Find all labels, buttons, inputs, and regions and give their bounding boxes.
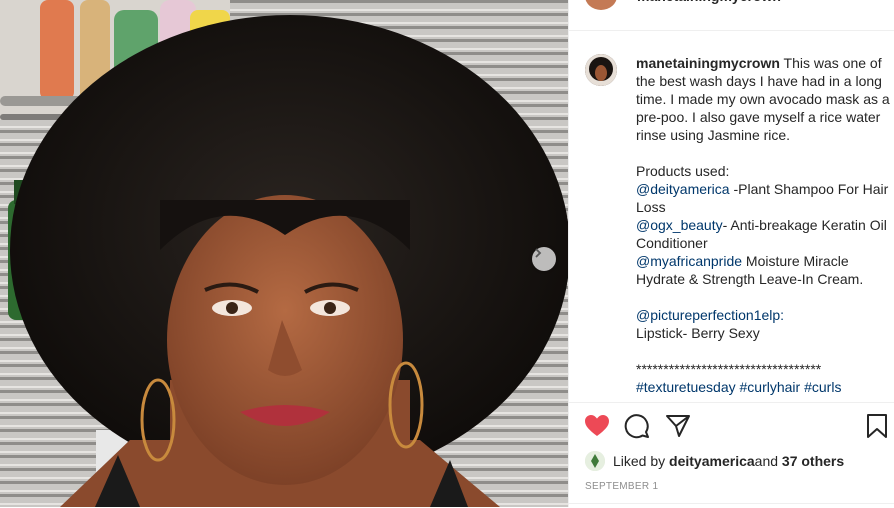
liker-username[interactable]: deityamerica: [669, 453, 755, 469]
save-button[interactable]: [863, 413, 891, 444]
likes-middle: and: [754, 453, 779, 469]
hashtag-curlyhair[interactable]: #curlyhair: [740, 379, 801, 395]
share-button[interactable]: [664, 414, 692, 442]
liker-avatar[interactable]: [585, 451, 605, 471]
heart-icon: [584, 414, 610, 443]
comment-icon: [624, 413, 650, 444]
like-button[interactable]: [583, 414, 611, 442]
mention-myafricanpride[interactable]: @myafricanpride: [636, 253, 742, 269]
lipstick-text: Lipstick- Berry Sexy: [636, 325, 760, 341]
hashtag-texturetuesday[interactable]: #texturetuesday: [636, 379, 736, 395]
likes-prefix: Liked by: [613, 453, 666, 469]
caption-username[interactable]: manetainingmycrown: [636, 55, 780, 71]
caption-divider: **********************************: [636, 361, 822, 377]
header-avatar[interactable]: [585, 0, 617, 10]
post-date[interactable]: SEPTEMBER 1: [585, 481, 658, 492]
post-side-panel: manetainingmycrown manetainingmycrown Th…: [568, 0, 894, 507]
hashtag-curls[interactable]: #curls: [804, 379, 841, 395]
comment-button[interactable]: [623, 413, 651, 444]
mention-pictureperfection[interactable]: @pictureperfection1elp:: [636, 307, 784, 323]
mention-deityamerica[interactable]: @deityamerica: [636, 181, 730, 197]
post-header: manetainingmycrown: [569, 0, 894, 31]
caption-section: manetainingmycrown This was one of the b…: [585, 52, 891, 398]
carousel-next-button[interactable]: [532, 247, 556, 271]
post-caption: manetainingmycrown This was one of the b…: [636, 54, 891, 396]
products-heading: Products used:: [636, 163, 730, 179]
avatar[interactable]: [585, 54, 617, 86]
likes-others[interactable]: 37 others: [782, 453, 844, 469]
likes-summary: Liked by deityamerica and 37 others: [585, 451, 844, 471]
mention-ogx-beauty[interactable]: @ogx_beauty: [636, 217, 723, 233]
post-photo[interactable]: [0, 0, 568, 507]
bookmark-icon: [866, 413, 888, 444]
header-username[interactable]: manetainingmycrown: [637, 0, 781, 4]
action-bar: Liked by deityamerica and 37 others SEPT…: [569, 402, 894, 508]
divider: [569, 503, 894, 504]
share-icon: [665, 414, 691, 443]
portrait-image: [0, 0, 568, 507]
